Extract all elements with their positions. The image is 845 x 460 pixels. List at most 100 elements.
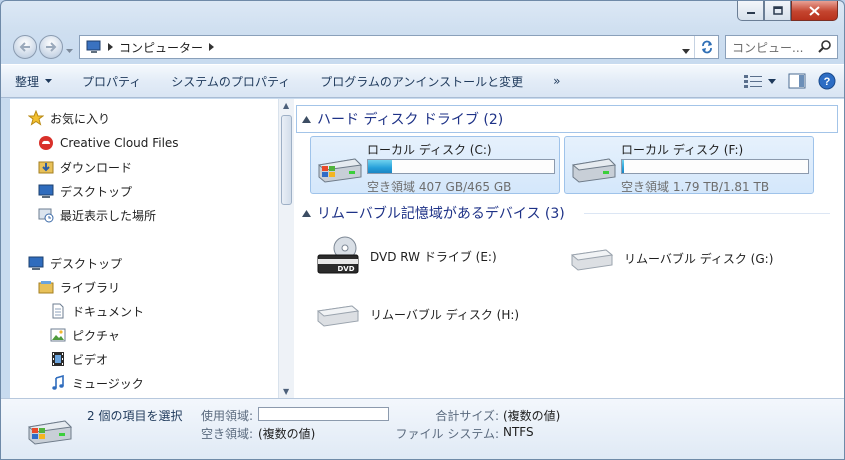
uninstall-program-button[interactable]: プログラムのアンインストールと変更 [320,73,523,90]
hard-disk-group-header[interactable]: ハード ディスク ドライブ (2) [302,109,503,129]
group-header-label: リムーバブル記憶域があるデバイス (3) [317,206,565,222]
sidebar-item-label: ライブラリ [60,280,121,295]
sidebar-item-desktop[interactable]: デスクトップ [28,253,122,273]
drive-usage-bar [621,159,809,174]
chevron-down-icon [682,49,690,54]
navigation-scrollbar[interactable]: ▲ ▼ [278,99,294,398]
window-controls [737,1,838,21]
libraries-icon [38,281,54,294]
breadcrumb-separator-icon [108,43,113,51]
star-icon [28,110,44,126]
organize-label: 整理 [15,74,40,89]
removable-disk-icon [316,305,360,327]
search-icon[interactable] [817,39,833,55]
downloads-folder-icon [38,161,54,174]
close-button[interactable] [791,1,838,21]
creative-cloud-icon [39,136,53,150]
more-label: » [553,74,561,88]
sidebar-item-music[interactable]: ミュージック [50,373,144,393]
chevron-down-icon [66,49,73,53]
documents-icon [52,303,64,319]
drive-item-dvd[interactable]: DVD DVD RW ドライブ (E:) [314,235,497,277]
recent-places-icon [38,208,54,223]
preview-pane-icon[interactable] [788,73,806,89]
drive-item-removable-g[interactable]: リムーバブル ディスク (G:) [568,243,773,273]
system-properties-button[interactable]: システムのプロパティ [171,73,290,90]
breadcrumb-computer[interactable]: コンピューター [119,39,203,56]
properties-label: プロパティ [82,74,142,89]
svg-text:DVD: DVD [337,265,354,273]
music-icon [52,375,64,390]
drive-name: リムーバブル ディスク (G:) [624,251,774,266]
used-space-bar [258,407,389,421]
properties-button[interactable]: プロパティ [82,73,141,90]
sidebar-item-label: ピクチャ [72,328,120,343]
sidebar-item-libraries[interactable]: ライブラリ [38,277,120,297]
collapse-triangle-icon [302,115,311,123]
drive-usage-fill [368,160,393,173]
minimize-button[interactable] [737,1,764,21]
sidebar-item-label: ドキュメント [72,304,145,319]
sidebar-item-desktop-fav[interactable]: デスクトップ [38,181,132,201]
sidebar-item-pictures[interactable]: ピクチャ [50,325,120,345]
hard-disk-windows-icon [317,158,363,183]
sidebar-item-label: ダウンロード [60,160,133,175]
breadcrumb-separator-icon[interactable] [209,43,215,51]
sidebar-item-label: ミュージック [72,376,144,391]
drive-name: ローカル ディスク (F:) [621,143,744,157]
recent-pages-dropdown[interactable] [66,43,73,57]
drive-usage-bar [367,159,555,174]
more-commands-button[interactable]: » [553,74,560,88]
address-bar[interactable]: コンピューター [79,35,719,59]
system-properties-label: システムのプロパティ [171,74,291,89]
sidebar-item-favorites[interactable]: お気に入り [28,108,110,128]
scroll-down-arrow-icon[interactable]: ▼ [283,387,289,396]
maximize-button[interactable] [764,1,791,21]
desktop-icon [38,184,54,198]
forward-arrow-icon [46,42,57,52]
sidebar-item-label: ビデオ [72,352,109,367]
organize-menu[interactable]: 整理 [15,73,53,90]
file-system-label: ファイル システム: [395,427,500,441]
drive-tile-f[interactable]: ローカル ディスク (F:) 空き領域 1.79 TB/1.81 TB [564,136,814,194]
forward-button[interactable] [39,35,63,59]
svg-text:?: ? [824,76,831,88]
refresh-button[interactable] [694,36,718,58]
used-space-label: 使用領域: [200,409,253,423]
drive-item-removable-h[interactable]: リムーバブル ディスク (H:) [314,299,519,329]
desktop-icon [28,256,44,270]
sidebar-item-videos[interactable]: ビデオ [50,349,108,369]
change-view-button[interactable] [744,74,776,88]
back-arrow-icon [19,42,30,52]
pictures-icon [50,328,66,342]
explorer-window: コンピューター コンピュー... 整理 プロパティ システムのプロパティ プログ… [0,0,845,460]
help-icon[interactable]: ? [818,72,836,90]
sidebar-item-label: 最近表示した場所 [60,208,157,223]
scroll-thumb[interactable] [281,115,292,205]
sidebar-item-downloads[interactable]: ダウンロード [38,157,132,177]
drive-usage-fill [622,160,624,173]
breadcrumb: コンピューター [80,39,215,56]
drive-free-space: 空き領域 407 GB/465 GB [367,180,512,194]
scroll-up-arrow-icon[interactable]: ▲ [283,101,289,110]
drive-name: リムーバブル ディスク (H:) [370,307,520,322]
file-system-value: NTFS [503,425,534,439]
sidebar-item-label: お気に入り [50,111,111,126]
group-header-label: ハード ディスク ドライブ (2) [317,112,504,128]
drive-tile-c[interactable]: ローカル ディスク (C:) 空き領域 407 GB/465 GB [310,136,560,194]
selection-summary: 2 個の項目を選択 [87,409,183,423]
sidebar-item-creative-cloud[interactable]: Creative Cloud Files [38,133,179,153]
removable-disk-icon [570,249,614,271]
sidebar-item-recent[interactable]: 最近表示した場所 [38,205,156,225]
sidebar-item-documents[interactable]: ドキュメント [50,301,144,321]
minimize-icon [746,11,755,14]
total-size-label: 合計サイズ: [435,409,499,423]
removable-group-header[interactable]: リムーバブル記憶域があるデバイス (3) [302,203,565,223]
videos-icon [52,352,64,366]
command-bar: 整理 プロパティ システムのプロパティ プログラムのアンインストールと変更 » … [1,64,844,98]
back-button[interactable] [13,35,37,59]
close-icon [809,5,820,16]
search-input[interactable]: コンピュー... [725,35,838,59]
address-history-dropdown[interactable] [682,43,690,57]
dvd-drive-icon: DVD [317,236,359,274]
